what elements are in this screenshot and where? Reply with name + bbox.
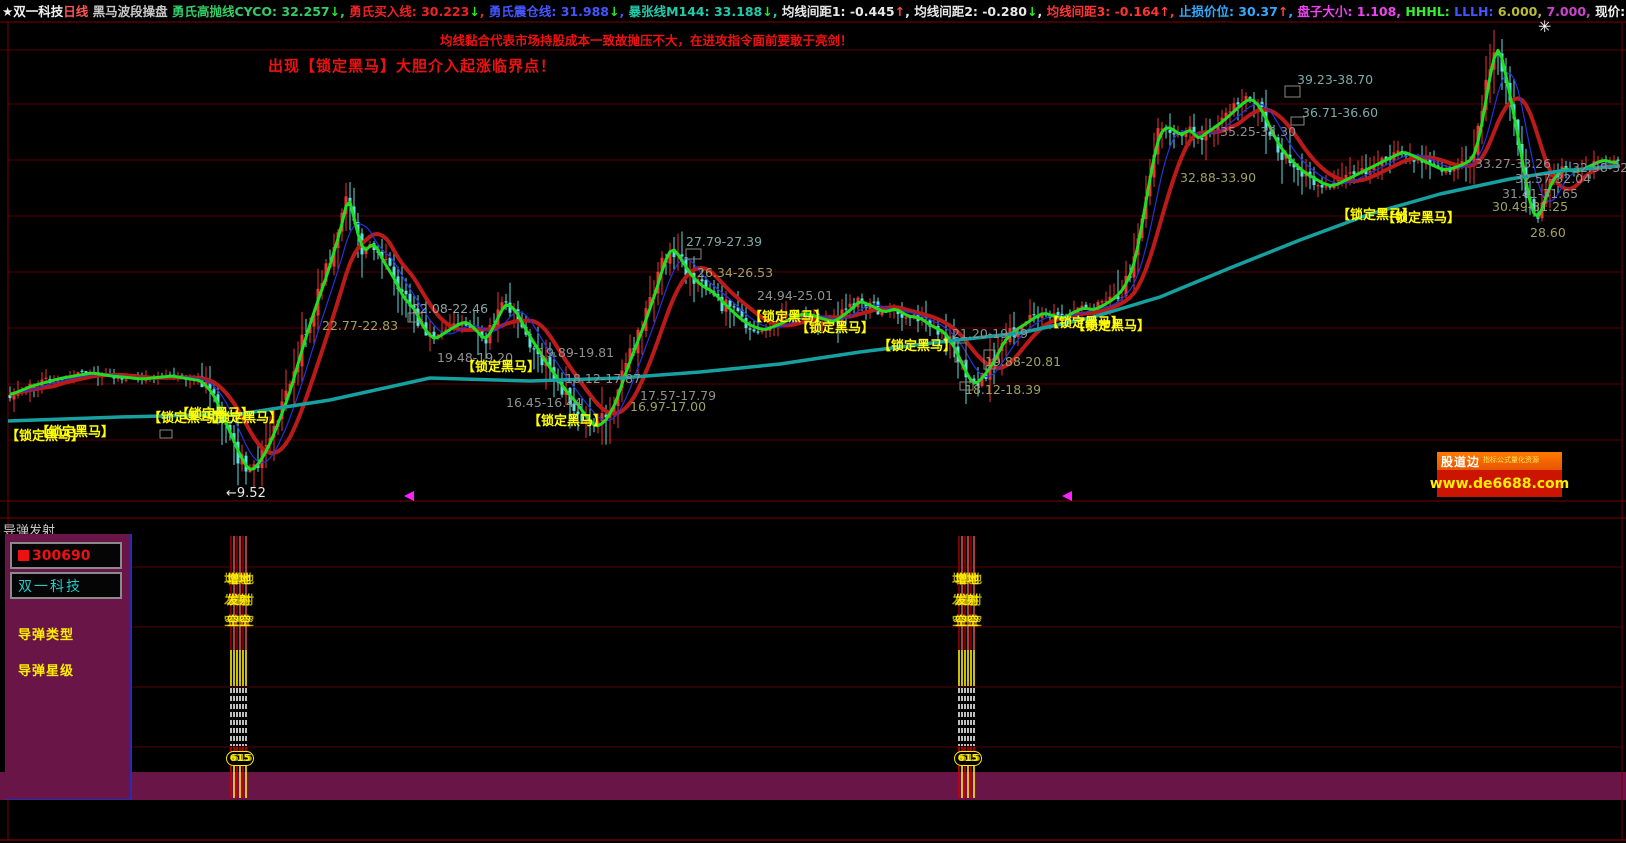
header-run: ↓: [1027, 4, 1037, 19]
alert-text-line2: 出现【锁定黑马】大胆介入起涨临界点！: [268, 55, 556, 76]
missile-type-text: 空空: [219, 615, 259, 627]
lock-heima-signal-label: 【锁定黑马】: [796, 322, 874, 335]
header-run: 勇氏高抛线CYCO: 32.257: [172, 4, 330, 19]
red-square-icon: [18, 550, 29, 561]
missile-info-panel: 300690 双一科技 导弹类型 导弹星级: [5, 534, 132, 800]
stock-name-box[interactable]: 双一科技: [10, 572, 122, 599]
header-run: 盘子大小: 1.108,: [1297, 4, 1405, 19]
header-run: ,: [340, 4, 349, 19]
logo-url: www.de6688.com: [1430, 476, 1570, 492]
header-run: ★双一科技: [2, 4, 63, 19]
price-annotation: 39.23-38.70: [1297, 74, 1373, 87]
header-run: ↑: [1278, 4, 1288, 19]
lock-heima-signal-label: 【锁定黑马】: [462, 361, 540, 374]
lock-heima-signal-label: 【锁定黑马】: [36, 426, 114, 439]
price-annotation: 16.97-17.00: [630, 401, 706, 414]
header-run: 现价: 30.620: [1595, 4, 1626, 19]
header-run: ↑: [895, 4, 905, 19]
header-run: 勇氏买入线: 30.223: [349, 4, 469, 19]
price-annotation: 18.12-18.39: [965, 384, 1041, 397]
header-run: ↓: [762, 4, 772, 19]
header-run: ,: [1170, 4, 1179, 19]
missile-type-label: 导弹类型: [18, 624, 74, 643]
price-annotation: 19.89-19.81: [538, 347, 614, 360]
header-run: 均线间距3: -0.164: [1047, 4, 1160, 19]
missile-type-text: 增地: [947, 573, 987, 585]
missile-type-text: 空空: [947, 615, 987, 627]
header-run: ,: [1037, 4, 1046, 19]
missile-type-text: 发射: [219, 594, 259, 606]
price-annotation: 32.88-33.90: [1180, 172, 1256, 185]
stock-name: 双一科技: [18, 576, 82, 596]
lock-heima-signal-label: 【锁定黑马】: [1072, 320, 1150, 333]
price-annotation: 32.57-32.04: [1515, 173, 1591, 186]
stock-code-box[interactable]: 300690: [10, 542, 122, 569]
price-annotation: 26.34-26.53: [697, 267, 773, 280]
header-run: 6.000,: [1498, 4, 1547, 19]
stock-code: 300690: [32, 548, 90, 564]
missile-star-label: 导弹星级: [18, 660, 74, 679]
price-annotation: 30.49-31.25: [1492, 201, 1568, 214]
lock-heima-signal-label: 【锁定黑马】: [878, 340, 956, 353]
header-run: 7.000,: [1546, 4, 1595, 19]
price-annotation: 22.08-22.46: [412, 303, 488, 316]
header-run: 止损价位: 30.37: [1179, 4, 1278, 19]
header-run: 均线间距2: -0.280: [914, 4, 1027, 19]
price-annotation: 27.79-27.39: [686, 236, 762, 249]
lock-heima-signal-label: 【锁定黑马】: [528, 415, 606, 428]
header-run: ,: [619, 4, 628, 19]
logo-brand: 股道边: [1437, 453, 1480, 470]
low-price-marker: ←9.52: [226, 486, 266, 501]
gudaobian-watermark-logo: 股道边 指标公式量化资源 www.de6688.com: [1437, 452, 1562, 497]
alert-text-line1: 均线黏合代表市场持股成本一致故抛压不大，在进攻指令面前要敢于亮剑！: [440, 30, 853, 49]
indicator-header-bar: ★双一科技日线 黑马波段操盘 勇氏高抛线CYCO: 32.257↓, 勇氏买入线…: [2, 1, 1626, 18]
price-annotation: 35.25-35.30: [1220, 126, 1296, 139]
star-marker: ✳: [1538, 17, 1551, 36]
price-annotation: 19.88-20.81: [985, 356, 1061, 369]
logo-tagline: 指标公式量化资源: [1480, 457, 1539, 465]
header-run: 勇氏震仓线: 31.988: [489, 4, 609, 19]
missile-type-text: 增地: [219, 573, 259, 585]
lock-heima-signal-label: 【锁定黑马】: [204, 412, 282, 425]
price-annotation: 24.94-25.01: [757, 290, 833, 303]
missile-star-badge: 615: [954, 751, 982, 766]
header-run: ,: [480, 4, 489, 19]
header-run: LLLH:: [1454, 4, 1498, 19]
header-run: ↓: [330, 4, 340, 19]
price-annotation: 28.60: [1530, 227, 1566, 240]
lock-heima-signal-label: 【锁定黑马】: [1382, 212, 1460, 225]
price-annotation: 21.20-19.79: [952, 328, 1028, 341]
price-annotation: 36.71-36.60: [1302, 107, 1378, 120]
price-annotation: 33.27-33.26: [1475, 158, 1551, 171]
header-run: 均线间距1: -0.445: [782, 4, 895, 19]
header-run: ↑: [1159, 4, 1169, 19]
missile-type-text: 发射: [947, 594, 987, 606]
price-annotation: 16.45-16.44: [506, 397, 582, 410]
header-run: 日线: [63, 4, 88, 19]
header-run: HHHL:: [1405, 4, 1454, 19]
trading-app-window: ✳ ★双一科技日线 黑马波段操盘 勇氏高抛线CYCO: 32.257↓, 勇氏买…: [0, 0, 1626, 843]
missile-star-badge: 615: [226, 751, 254, 766]
header-run: ,: [905, 4, 914, 19]
header-run: ↓: [609, 4, 619, 19]
header-run: ↓: [469, 4, 479, 19]
header-run: 暴张线M144: 33.188: [629, 4, 763, 19]
header-run: ,: [773, 4, 782, 19]
price-annotation: 18.12-17.87: [565, 373, 641, 386]
header-run: 黑马波段操盘: [88, 4, 172, 19]
price-annotation: 22.77-22.83: [322, 320, 398, 333]
